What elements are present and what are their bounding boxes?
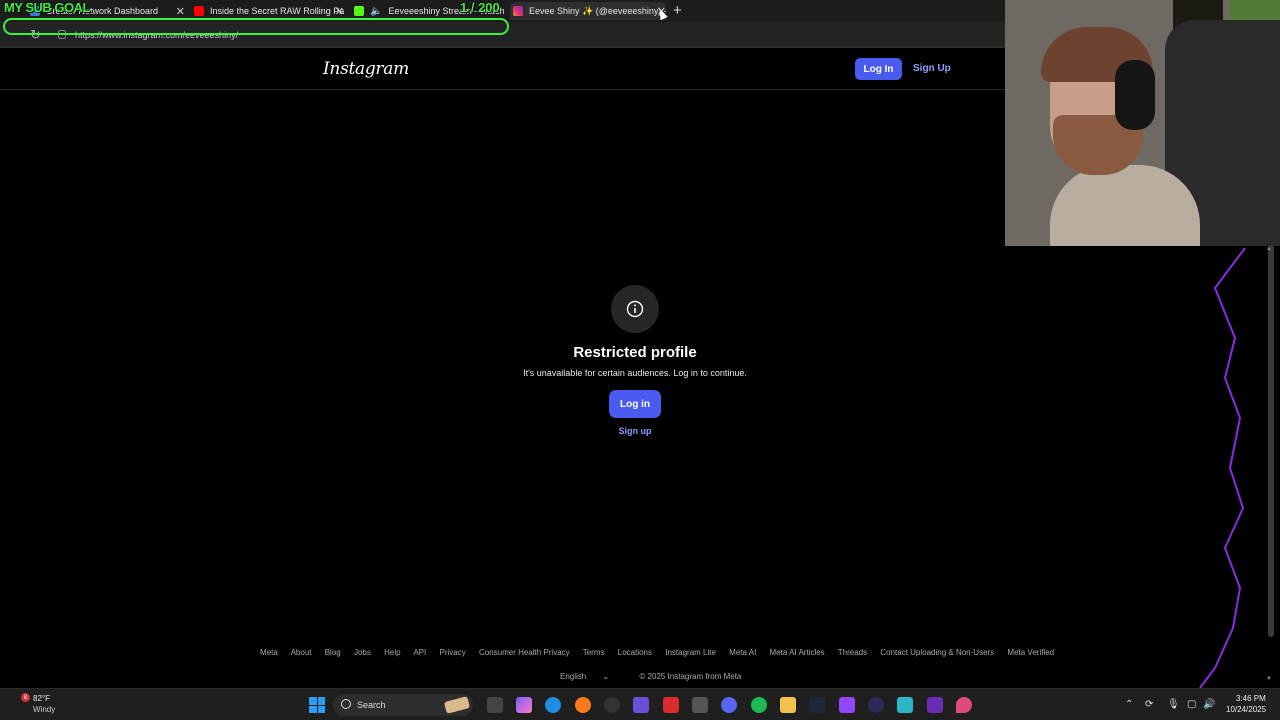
display-icon[interactable]: ▢ bbox=[1187, 699, 1196, 710]
app-icon[interactable] bbox=[633, 697, 649, 713]
language-label: English bbox=[560, 672, 587, 681]
weather-temperature[interactable]: 82°F bbox=[33, 694, 50, 703]
footer-link-api[interactable]: API bbox=[413, 648, 426, 657]
file-explorer-icon[interactable] bbox=[780, 697, 796, 713]
sub-goal-count: 1 / 200 bbox=[460, 0, 500, 15]
page-scrollbar[interactable] bbox=[1268, 245, 1274, 637]
header-login-button[interactable]: Log In bbox=[855, 58, 902, 80]
obs-icon[interactable] bbox=[604, 697, 620, 713]
weather-description[interactable]: Windy bbox=[33, 705, 55, 714]
edge-icon[interactable] bbox=[545, 697, 561, 713]
steam-icon[interactable] bbox=[809, 697, 825, 713]
task-view-icon[interactable] bbox=[487, 697, 503, 713]
speaker-icon: 🔈 bbox=[370, 5, 383, 17]
footer-link-meta[interactable]: Meta bbox=[260, 648, 278, 657]
footer-link-meta-ai-articles[interactable]: Meta AI Articles bbox=[770, 648, 825, 657]
maps-pin-icon[interactable] bbox=[956, 697, 972, 713]
restricted-subtitle: It's unavailable for certain audiences. … bbox=[523, 368, 747, 378]
purple-lightning-decoration bbox=[1199, 248, 1246, 688]
footer-link-contact-uploading[interactable]: Contact Uploading & Non-Users bbox=[880, 648, 994, 657]
footer-link-threads[interactable]: Threads bbox=[838, 648, 867, 657]
search-icon bbox=[341, 699, 351, 709]
instagram-logo[interactable]: Instagram bbox=[323, 59, 409, 79]
footer-links: Meta About Blog Jobs Help API Privacy Co… bbox=[260, 648, 1065, 657]
restricted-title: Restricted profile bbox=[573, 344, 697, 361]
footer-link-locations[interactable]: Locations bbox=[618, 648, 652, 657]
close-icon[interactable]: ✕ bbox=[176, 5, 185, 18]
microphone-icon[interactable]: 🎙 bbox=[1167, 699, 1180, 710]
instagram-icon bbox=[513, 6, 523, 16]
youtube-icon bbox=[194, 6, 204, 16]
tab-title: Eevee Shiny ✨ (@eeveeeshiny) - bbox=[529, 5, 666, 16]
weather-badge: 8 bbox=[21, 693, 30, 702]
clock-time[interactable]: 3:46 PM bbox=[1236, 694, 1266, 703]
footer-link-meta-verified[interactable]: Meta Verified bbox=[1007, 648, 1054, 657]
discord-icon[interactable] bbox=[721, 697, 737, 713]
webcam-headset bbox=[1115, 60, 1155, 130]
footer-link-jobs[interactable]: Jobs bbox=[354, 648, 371, 657]
volume-icon[interactable]: 🔊 bbox=[1203, 699, 1215, 710]
sub-goal-progress-bar bbox=[3, 18, 509, 35]
taskbar-search[interactable]: Search bbox=[333, 694, 473, 716]
close-icon[interactable]: ✕ bbox=[335, 5, 344, 18]
search-label: Search bbox=[357, 700, 386, 710]
footer-link-about[interactable]: About bbox=[291, 648, 312, 657]
header-signup-link[interactable]: Sign Up bbox=[913, 63, 951, 74]
instagram-header: Instagram Log In Sign Up bbox=[0, 48, 1005, 90]
new-tab-button[interactable]: + bbox=[673, 2, 682, 19]
footer-link-blog[interactable]: Blog bbox=[325, 648, 341, 657]
signup-link[interactable]: Sign up bbox=[0, 426, 1270, 436]
chevron-up-icon[interactable]: ⌃ bbox=[1125, 699, 1133, 710]
fx-icon[interactable] bbox=[927, 697, 943, 713]
footer-link-health-privacy[interactable]: Consumer Health Privacy bbox=[479, 648, 570, 657]
chevron-down-icon: ⌄ bbox=[602, 672, 610, 681]
network-icon[interactable]: ⟳ bbox=[1145, 699, 1153, 710]
copyright: © 2025 Instagram from Meta bbox=[639, 672, 742, 681]
footer-link-privacy[interactable]: Privacy bbox=[439, 648, 465, 657]
footer-bottom: English ⌄ © 2025 Instagram from Meta bbox=[560, 672, 755, 681]
tab-title: Inside the Secret RAW Rolling Pap bbox=[210, 6, 344, 16]
scroll-down-icon[interactable]: ▼ bbox=[1266, 676, 1272, 682]
sub-goal-overlay: MY SUB GOAL bbox=[4, 0, 91, 15]
login-button[interactable]: Log in bbox=[609, 390, 661, 418]
scroll-up-icon[interactable]: ▲ bbox=[1266, 246, 1272, 252]
kick-icon bbox=[354, 6, 364, 16]
clock-date[interactable]: 10/24/2025 bbox=[1226, 705, 1266, 714]
instagram-page: Instagram Log In Sign Up Restricted prof… bbox=[0, 48, 1054, 688]
language-select[interactable]: English ⌄ bbox=[560, 672, 623, 681]
firefox-icon[interactable] bbox=[575, 697, 591, 713]
twitch-icon[interactable] bbox=[839, 697, 855, 713]
webcam-overlay bbox=[1005, 0, 1280, 246]
windows-taskbar: 8 82°F Windy Search ⌃ ⟳ 🎙 ▢ 🔊 3:46 PM 10… bbox=[0, 688, 1280, 720]
app-icon[interactable] bbox=[868, 697, 884, 713]
tab-instagram[interactable]: Eevee Shiny ✨ (@eeveeeshiny) - ✕ bbox=[510, 2, 666, 20]
footer-link-meta-ai[interactable]: Meta AI bbox=[729, 648, 756, 657]
spotify-icon[interactable] bbox=[751, 697, 767, 713]
footer-link-help[interactable]: Help bbox=[384, 648, 400, 657]
windows-start-icon[interactable] bbox=[309, 697, 325, 713]
app-icon[interactable] bbox=[897, 697, 913, 713]
search-highlight-icon bbox=[443, 696, 471, 714]
itunes-icon[interactable] bbox=[692, 697, 708, 713]
media-player-icon[interactable] bbox=[663, 697, 679, 713]
copilot-icon[interactable] bbox=[516, 697, 532, 713]
footer-link-terms[interactable]: Terms bbox=[583, 648, 605, 657]
info-icon bbox=[611, 285, 659, 333]
footer-link-instagram-lite[interactable]: Instagram Lite bbox=[665, 648, 716, 657]
